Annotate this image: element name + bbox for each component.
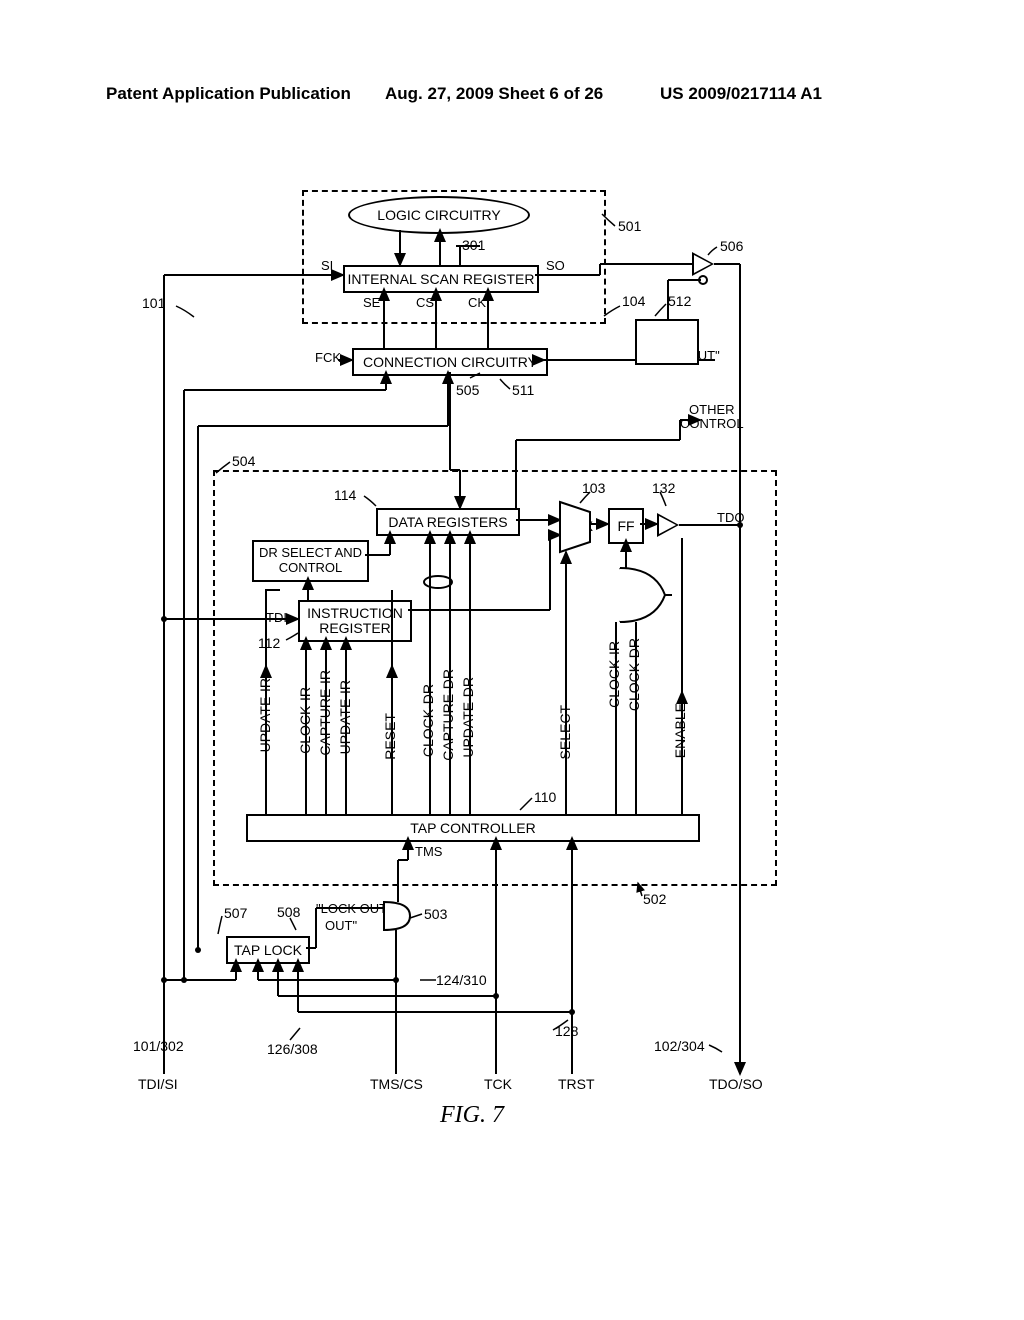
instruction-register: INSTRUCTIONREGISTER xyxy=(298,600,412,642)
ref-504: 504 xyxy=(232,453,255,469)
ref-506: 506 xyxy=(720,238,743,254)
header-center: Aug. 27, 2009 Sheet 6 of 26 xyxy=(385,84,603,104)
bottom-tdi-si: TDI/SI xyxy=(138,1076,178,1092)
lockout-label-2: "LOCK OUT" xyxy=(316,902,392,916)
tap-lock: TAP LOCK xyxy=(226,936,310,964)
sig-capture-dr: CAPTURE-DR xyxy=(440,669,456,761)
ref-505: 505 xyxy=(456,382,479,398)
ref-104: 104 xyxy=(622,293,645,309)
ff-block: FF xyxy=(608,508,644,544)
lockout-buffer-506 xyxy=(692,252,714,276)
se-label: SE xyxy=(363,295,380,310)
ref-124-310: 124/310 xyxy=(436,972,487,988)
tdi-label: TDI xyxy=(266,610,287,625)
ref-511: 511 xyxy=(512,382,534,398)
logic-circuitry: LOGIC CIRCUITRY xyxy=(348,196,530,234)
ref-512: 512 xyxy=(668,293,691,309)
bottom-trst: TRST xyxy=(558,1076,595,1092)
ref-132: 132 xyxy=(652,480,675,496)
internal-scan-register: INTERNAL SCAN REGISTER xyxy=(343,265,539,293)
bottom-tms-cs: TMS/CS xyxy=(370,1076,423,1092)
sig-clock-ir2: CLOCK-IR xyxy=(606,641,622,708)
bottom-tdo-so: TDO/SO xyxy=(709,1076,763,1092)
figure-diagram: LOGIC CIRCUITRY INTERNAL SCAN REGISTER C… xyxy=(160,190,880,1130)
sig-clock-dr: CLOCK-DR xyxy=(420,684,436,757)
ref-101: 101 xyxy=(142,295,165,311)
sig-clock-ir: CLOCK-IR xyxy=(297,687,313,754)
tdo-label: TDO xyxy=(717,510,744,525)
sig-reset: RESET xyxy=(382,713,398,760)
ref-126-308: 126/308 xyxy=(267,1041,318,1057)
figure-caption: FIG. 7 xyxy=(440,1102,504,1129)
lockout-label-1: "LOCK OUT" xyxy=(644,348,720,363)
header-right: US 2009/0217114 A1 xyxy=(660,84,822,104)
fck-label: FCK xyxy=(315,350,341,365)
ref-101-302: 101/302 xyxy=(133,1038,184,1054)
ref-301: 301 xyxy=(462,237,485,253)
or-label: OR xyxy=(631,587,652,603)
header-left: Patent Application Publication xyxy=(106,84,351,104)
ref-508: 508 xyxy=(277,904,300,920)
o-label: O xyxy=(680,325,690,340)
bottom-tck: TCK xyxy=(484,1076,512,1092)
mux-label: MUX xyxy=(562,518,593,534)
ref-501: 501 xyxy=(618,218,641,234)
sig-capture-ir: CAPTURE-IR xyxy=(317,670,333,756)
sig-update-dr: UPDATE-DR xyxy=(460,677,476,758)
ref-128: 128 xyxy=(555,1023,578,1039)
ref-103: 103 xyxy=(582,480,605,496)
so-label: SO xyxy=(546,258,565,273)
sig-update-ir2: UPDATE-IR xyxy=(337,680,353,754)
data-registers: DATA REGISTERS xyxy=(376,508,520,536)
ref-503: 503 xyxy=(424,906,447,922)
cs-label: CS xyxy=(416,295,434,310)
ck-label: CK xyxy=(468,295,486,310)
connection-circuitry: CONNECTION CIRCUITRY xyxy=(352,348,548,376)
ref-502: 502 xyxy=(643,891,666,907)
ref-112: 112 xyxy=(258,635,280,651)
ref-507: 507 xyxy=(224,905,247,921)
tap-controller: TAP CONTROLLER xyxy=(246,814,700,842)
sig-select: SELECT xyxy=(557,705,573,759)
other-control-label: OTHER CONTROL xyxy=(680,403,744,432)
ref-110: 110 xyxy=(534,789,556,805)
si-label: SI xyxy=(321,258,333,273)
dr-select-control: DR SELECT AND CONTROL xyxy=(252,540,369,582)
sig-clock-dr2: CLOCK-DR xyxy=(626,638,642,711)
lockout-inv-bubble xyxy=(698,275,708,285)
sig-enable: ENABLE xyxy=(672,703,688,758)
ref-102-304: 102/304 xyxy=(654,1038,705,1054)
sig-update-ir: UPDATE-IR xyxy=(257,678,273,752)
output-buffer xyxy=(657,513,679,537)
tms-top-label: TMS xyxy=(415,844,442,859)
ref-114: 114 xyxy=(334,487,356,503)
